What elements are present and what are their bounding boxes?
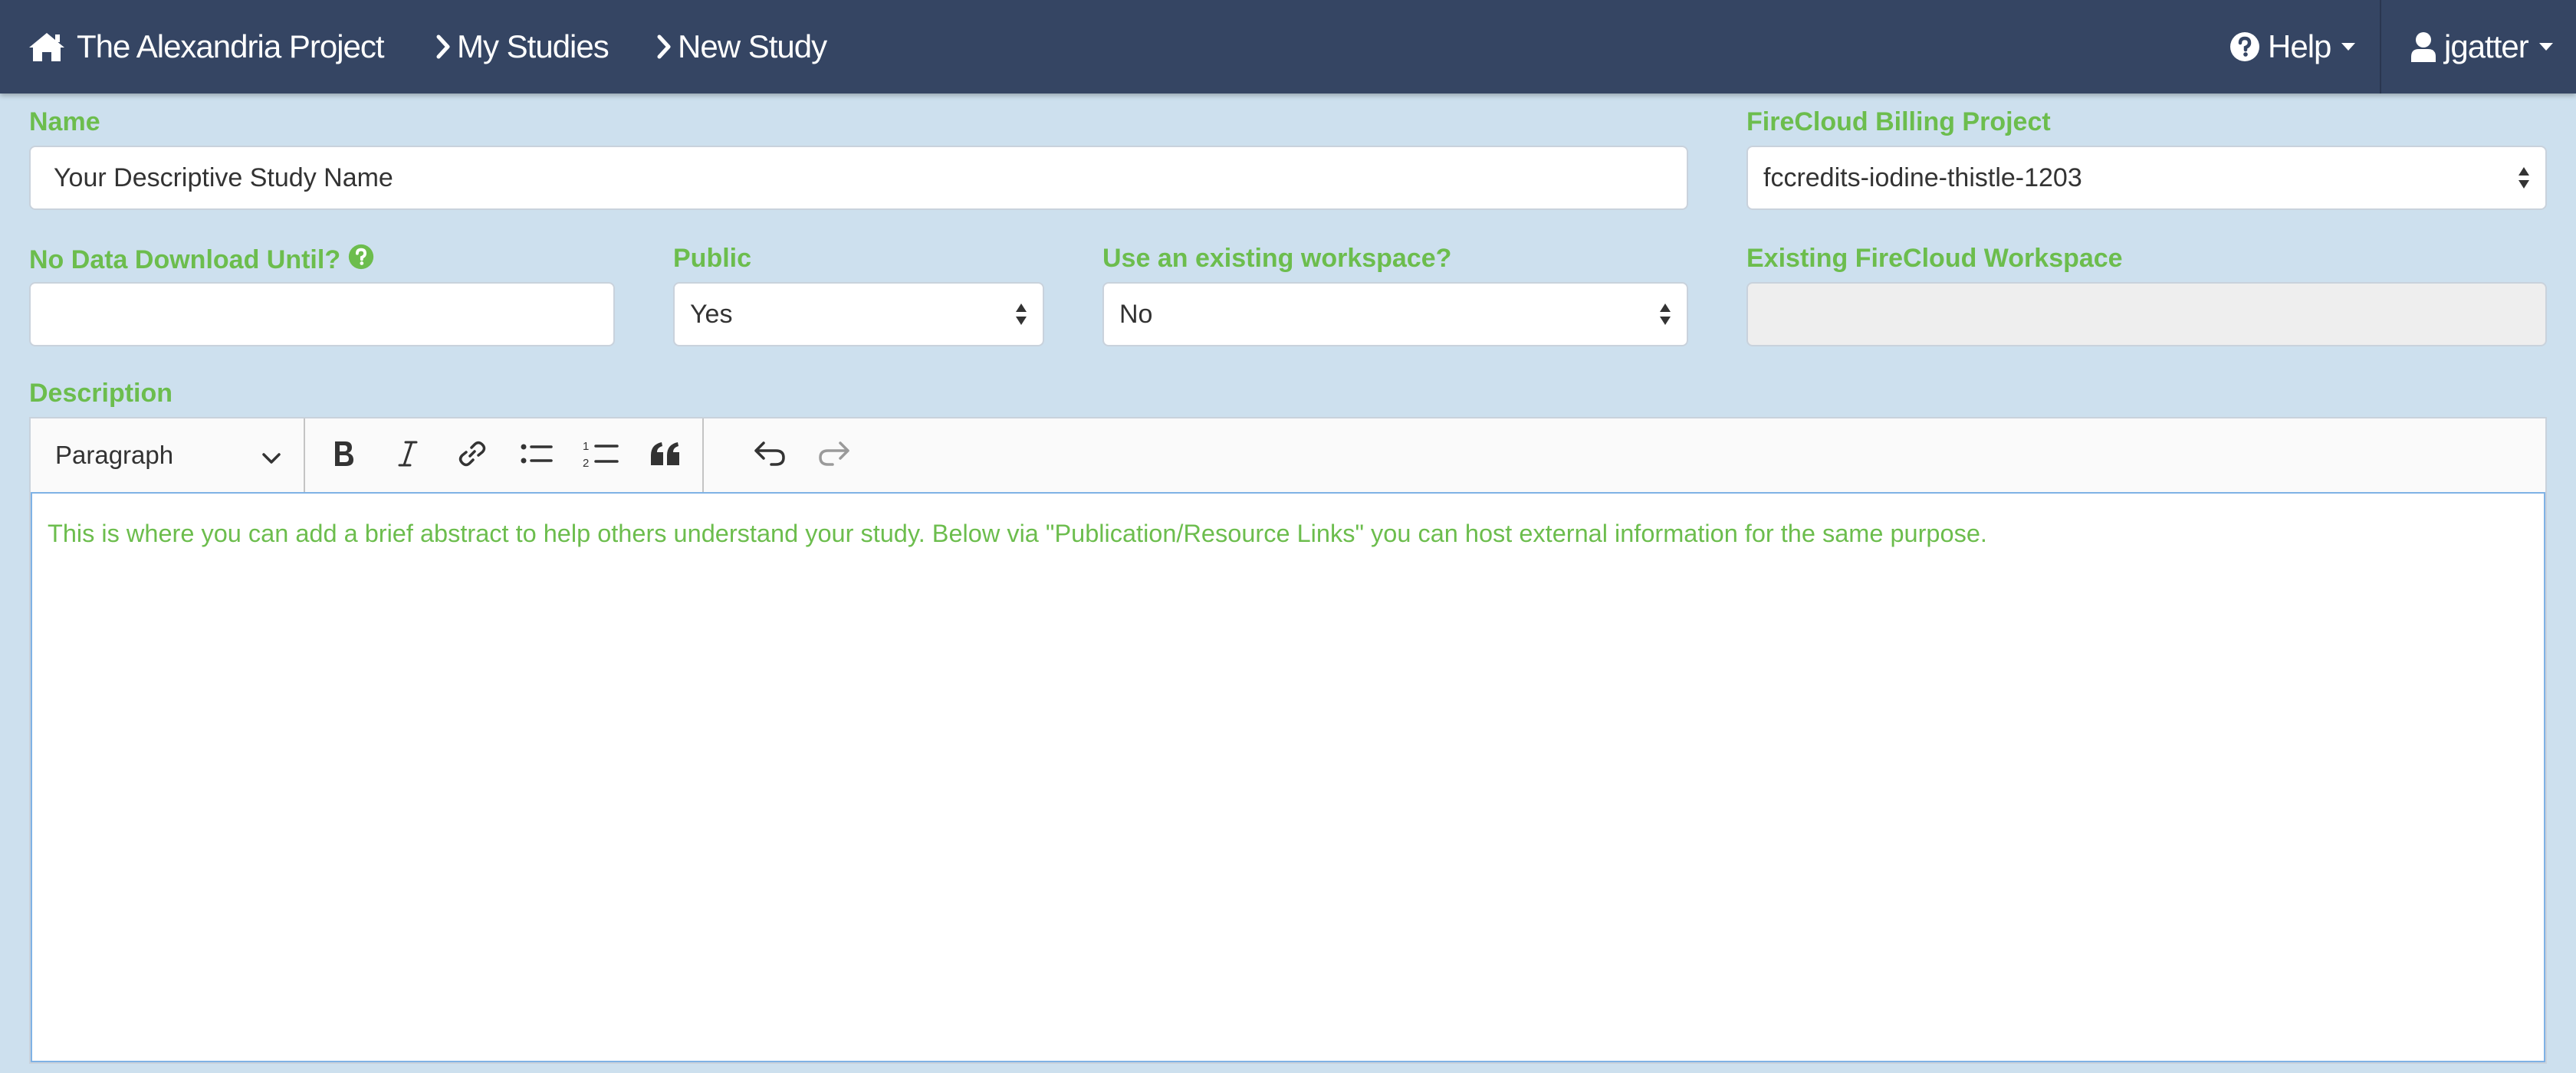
toolbar-separator <box>702 418 704 492</box>
undo-icon <box>753 440 787 471</box>
breadcrumb-new-study[interactable]: New Study <box>656 0 827 94</box>
redo-button[interactable] <box>807 428 862 483</box>
heading-select-value: Paragraph <box>55 441 174 469</box>
user-dropdown[interactable]: jgatter <box>2410 0 2553 94</box>
numbered-list-icon: 12 <box>583 438 619 474</box>
chevron-down-icon <box>262 441 281 470</box>
user-icon <box>2410 31 2436 62</box>
description-editor-area[interactable]: This is where you can add a brief abstra… <box>31 492 2545 1062</box>
navbar-divider <box>2380 0 2381 94</box>
bulleted-list-button[interactable] <box>509 428 564 483</box>
bold-icon <box>330 438 357 473</box>
use-workspace-select[interactable]: No <box>1102 282 1688 346</box>
no-download-until-input[interactable] <box>54 299 590 330</box>
chevron-right-icon <box>435 34 451 59</box>
home-link[interactable]: The Alexandria Project <box>28 0 385 94</box>
existing-workspace-label: Existing FireCloud Workspace <box>1746 244 2123 273</box>
description-label: Description <box>29 379 173 408</box>
numbered-list-button[interactable]: 12 <box>573 428 629 483</box>
bulleted-list-icon <box>520 438 554 473</box>
link-button[interactable] <box>445 428 500 483</box>
public-select[interactable]: Yes <box>673 282 1044 346</box>
existing-workspace-field-wrapper <box>1746 282 2547 346</box>
select-arrows-icon <box>2518 166 2530 190</box>
my-studies-label: My Studies <box>457 28 610 64</box>
editor-toolbar: Paragraph 12 <box>31 418 2545 494</box>
existing-workspace-input <box>1771 299 2522 330</box>
new-study-label: New Study <box>678 28 827 64</box>
help-dropdown[interactable]: Help <box>2229 0 2356 94</box>
username-label: jgatter <box>2444 28 2529 64</box>
billing-project-label: FireCloud Billing Project <box>1746 107 2051 136</box>
select-arrows-icon <box>1659 302 1671 326</box>
undo-button[interactable] <box>742 428 797 483</box>
block-quote-button[interactable] <box>638 428 693 483</box>
use-workspace-label: Use an existing workspace? <box>1102 244 1452 273</box>
svg-text:2: 2 <box>583 457 589 470</box>
link-icon <box>457 438 488 473</box>
no-download-label-text: No Data Download Until? <box>29 245 341 274</box>
chevron-right-icon <box>656 34 672 59</box>
rich-text-editor: Paragraph 12 This is where you can add a… <box>29 417 2547 1064</box>
block-quote-icon <box>649 440 682 471</box>
study-name-input[interactable] <box>54 162 1664 193</box>
top-navbar: The Alexandria Project My Studies New St… <box>0 0 2576 94</box>
caret-down-icon <box>2341 43 2356 51</box>
question-circle-icon <box>2229 31 2260 62</box>
help-label: Help <box>2268 28 2331 64</box>
italic-icon <box>396 438 419 473</box>
home-icon <box>28 31 66 63</box>
brand-title: The Alexandria Project <box>77 28 385 64</box>
public-value: Yes <box>690 299 733 329</box>
question-circle-icon[interactable] <box>348 244 374 277</box>
public-label: Public <box>673 244 752 273</box>
name-field-wrapper <box>29 146 1688 210</box>
billing-project-select[interactable]: fccredits-iodine-thistle-1203 <box>1746 146 2547 210</box>
caret-down-icon <box>2538 43 2553 51</box>
no-download-label: No Data Download Until? <box>29 244 374 277</box>
select-arrows-icon <box>1015 302 1027 326</box>
heading-select[interactable]: Paragraph <box>31 418 305 492</box>
use-workspace-value: No <box>1119 299 1153 329</box>
svg-text:1: 1 <box>583 440 589 453</box>
bold-button[interactable] <box>316 428 371 483</box>
redo-icon <box>817 440 851 471</box>
name-label: Name <box>29 107 100 136</box>
no-download-field-wrapper <box>29 282 615 346</box>
description-placeholder: This is where you can add a brief abstra… <box>48 520 1987 547</box>
billing-project-value: fccredits-iodine-thistle-1203 <box>1763 162 2082 192</box>
italic-button[interactable] <box>380 428 435 483</box>
breadcrumb-my-studies[interactable]: My Studies <box>435 0 610 94</box>
